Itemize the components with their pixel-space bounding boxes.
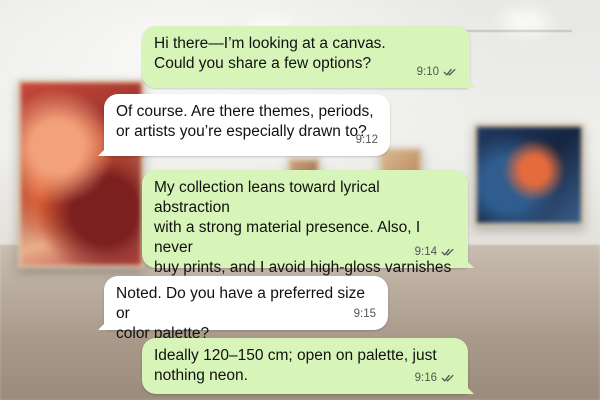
message-time: 9:12 [355,134,378,146]
message-text: Ideally 120–150 cm; open on palette, jus… [154,347,437,384]
message-time: 9:16 [414,372,437,384]
double-check-icon [441,248,454,256]
abstract-painting-right [474,124,584,226]
message-meta: 9:15 [354,304,376,324]
outgoing-message-bubble[interactable]: Hi there—I’m looking at a canvas. Could … [142,26,470,88]
message-meta: 9:16 [415,368,456,388]
message-time: 9:10 [416,66,439,78]
incoming-message-bubble[interactable]: Noted. Do you have a preferred size or c… [104,276,388,342]
message-meta: 9:10 [417,62,458,82]
outgoing-message-bubble[interactable]: Ideally 120–150 cm; open on palette, jus… [142,338,468,394]
double-check-icon [443,68,456,76]
message-time: 9:14 [414,246,437,258]
message-text: Of course. Are there themes, periods, or… [116,103,374,140]
message-meta: 9:14 [415,242,456,262]
double-check-icon [441,374,454,382]
message-time: 9:15 [353,308,376,320]
incoming-message-bubble[interactable]: Of course. Are there themes, periods, or… [104,94,390,156]
message-text: Hi there—I’m looking at a canvas. Could … [154,35,386,72]
outgoing-message-bubble[interactable]: My collection leans toward lyrical abstr… [142,170,468,296]
message-text: Noted. Do you have a preferred size or c… [116,285,365,342]
message-meta: 9:12 [356,130,378,150]
